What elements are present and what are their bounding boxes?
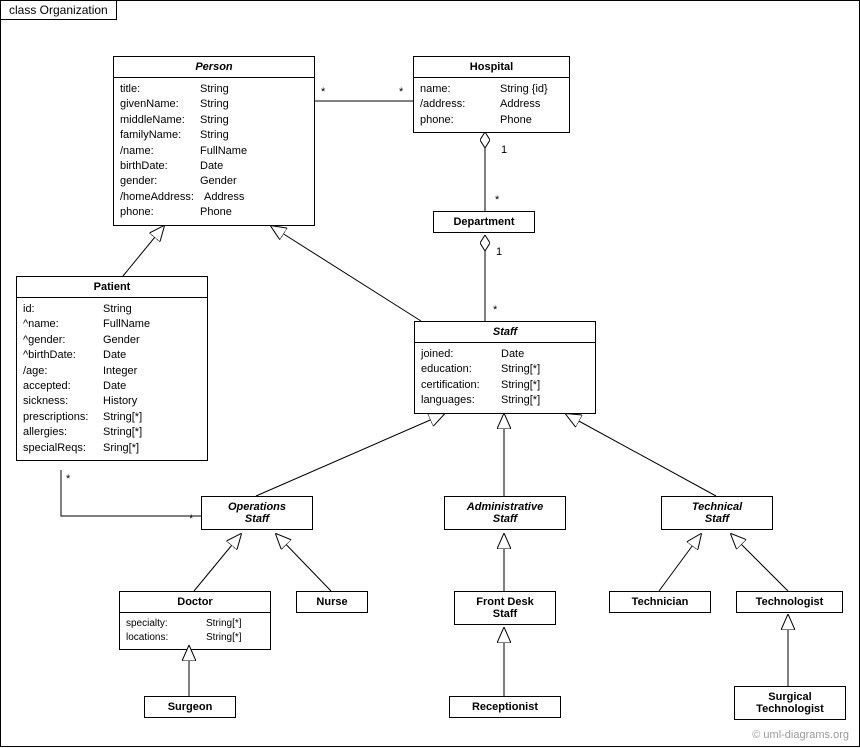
class-doctor: Doctor specialty:String[*]locations:Stri…: [119, 591, 271, 650]
class-surgtech: SurgicalTechnologist: [734, 686, 846, 720]
class-technician: Technician: [609, 591, 711, 613]
class-department: Department: [433, 211, 535, 233]
mult-patient-ops-right: *: [189, 513, 193, 525]
class-tech-name: TechnicalStaff: [662, 497, 772, 529]
mult-person-hospital-left: *: [321, 86, 325, 98]
class-hospital-name: Hospital: [414, 57, 569, 78]
class-surgeon: Surgeon: [144, 696, 236, 718]
copyright: © uml-diagrams.org: [752, 729, 849, 741]
class-technologist-name: Technologist: [737, 592, 842, 612]
class-staff: Staff joined:Dateeducation:String[*]cert…: [414, 321, 596, 414]
mult-hospital-dept-1: 1: [501, 144, 507, 156]
class-person-name: Person: [114, 57, 314, 78]
class-doctor-name: Doctor: [120, 592, 270, 613]
class-admin-name: AdministrativeStaff: [445, 497, 565, 529]
mult-person-hospital-right: *: [399, 86, 403, 98]
class-technologist: Technologist: [736, 591, 843, 613]
class-patient: Patient id:String^name:FullName^gender:G…: [16, 276, 208, 461]
mult-hospital-dept-star: *: [495, 194, 499, 206]
class-ops-name: OperationsStaff: [202, 497, 312, 529]
class-frontdesk: Front DeskStaff: [454, 591, 556, 625]
class-person: Person title:StringgivenName:Stringmiddl…: [113, 56, 315, 226]
class-technician-name: Technician: [610, 592, 710, 612]
class-surgtech-name: SurgicalTechnologist: [735, 687, 845, 719]
mult-patient-ops-left: *: [66, 473, 70, 485]
class-receptionist: Receptionist: [449, 696, 561, 718]
class-receptionist-name: Receptionist: [450, 697, 560, 717]
class-surgeon-name: Surgeon: [145, 697, 235, 717]
class-staff-name: Staff: [415, 322, 595, 343]
class-admin-staff: AdministrativeStaff: [444, 496, 566, 530]
class-ops-staff: OperationsStaff: [201, 496, 313, 530]
class-hospital: Hospital name:String {id}/address:Addres…: [413, 56, 570, 133]
frame-title: class Organization: [0, 0, 117, 20]
class-frontdesk-name: Front DeskStaff: [455, 592, 555, 624]
class-patient-name: Patient: [17, 277, 207, 298]
class-nurse: Nurse: [296, 591, 368, 613]
class-department-name: Department: [434, 212, 534, 232]
mult-dept-staff-1: 1: [496, 246, 502, 258]
mult-dept-staff-star: *: [493, 304, 497, 316]
class-tech-staff: TechnicalStaff: [661, 496, 773, 530]
class-nurse-name: Nurse: [297, 592, 367, 612]
